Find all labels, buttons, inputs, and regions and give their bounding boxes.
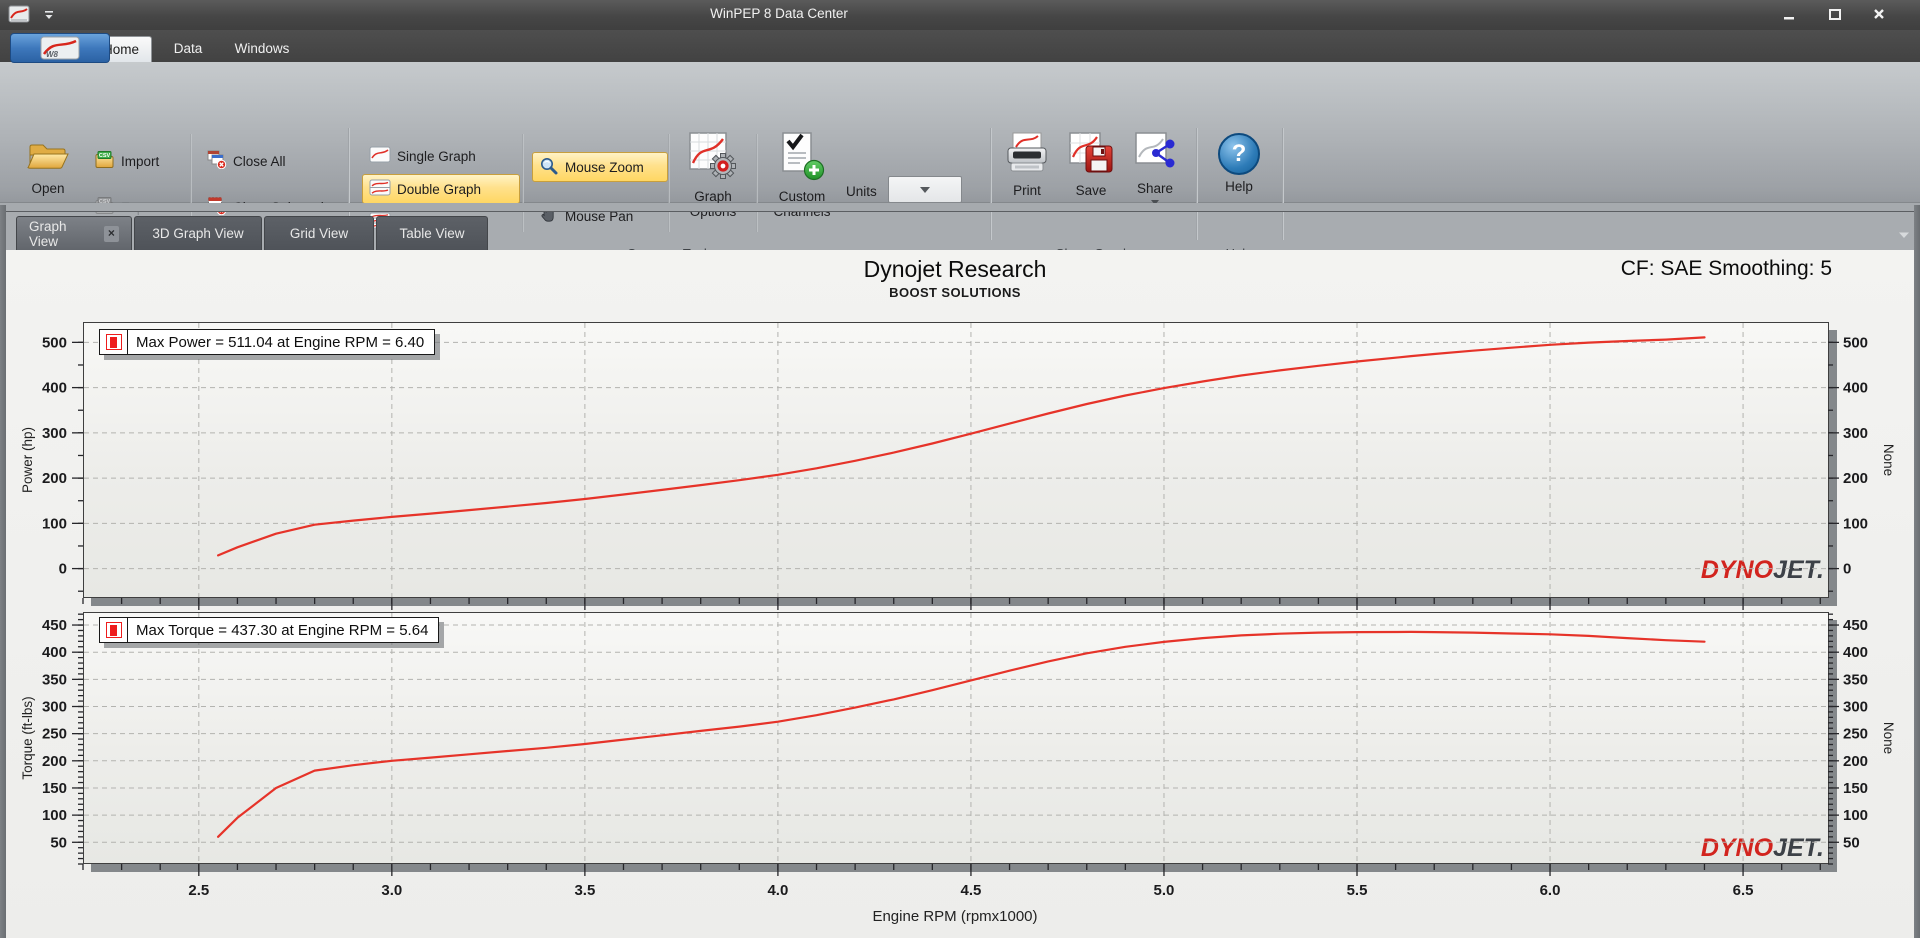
- custom-channels-icon: [779, 131, 825, 185]
- torque-legend[interactable]: Max Torque = 437.30 at Engine RPM = 5.64: [99, 617, 440, 643]
- legend-swatch[interactable]: [100, 618, 128, 642]
- graph-options-icon: [688, 131, 738, 185]
- open-folder-icon: [27, 139, 69, 177]
- tab-graph-view-label: Graph View: [29, 218, 67, 249]
- separator: [522, 134, 524, 232]
- ribbon: Open CSV Import CSV Export Close All Clo…: [0, 62, 1920, 263]
- chevron-down-icon: [920, 186, 930, 193]
- save-label: Save: [1075, 182, 1107, 198]
- power-plot-area[interactable]: [83, 322, 1829, 598]
- double-graph-icon: [369, 179, 391, 199]
- save-button[interactable]: Save: [1062, 128, 1120, 240]
- double-graph-label: Double Graph: [397, 181, 482, 197]
- separator: [668, 134, 670, 232]
- print-button[interactable]: Print: [998, 128, 1056, 240]
- window-title: WinPEP 8 Data Center: [710, 6, 848, 21]
- double-graph-button[interactable]: Double Graph: [362, 174, 520, 204]
- help-icon: ?: [1218, 133, 1260, 175]
- single-graph-label: Single Graph: [397, 148, 476, 164]
- open-label: Open: [31, 180, 65, 196]
- print-label: Print: [1013, 182, 1041, 198]
- window-frame-left: [0, 205, 6, 938]
- separator: [1282, 128, 1284, 240]
- units-label: Units: [846, 184, 877, 199]
- tab-grid-view-label: Grid View: [289, 226, 349, 241]
- correction-smoothing-label: CF: SAE Smoothing: 5: [1620, 257, 1832, 280]
- legend-swatch[interactable]: [100, 330, 128, 354]
- share-label: Share: [1136, 180, 1174, 196]
- import-button[interactable]: CSV Import: [88, 148, 166, 174]
- tab-grid-view[interactable]: Grid View: [264, 216, 374, 250]
- save-floppy-icon: [1068, 131, 1114, 179]
- separator: [1196, 128, 1198, 240]
- close-all-label: Close All: [233, 153, 286, 169]
- import-label: Import: [121, 153, 160, 169]
- tab-overflow-chevron-icon[interactable]: [1898, 226, 1910, 244]
- help-label: Help: [1225, 179, 1253, 194]
- mouse-zoom-label: Mouse Zoom: [565, 159, 644, 175]
- ribbon-tab-data[interactable]: Data: [160, 36, 216, 62]
- units-dropdown[interactable]: [888, 176, 962, 203]
- custom-channels-button[interactable]: Custom Channels: [762, 128, 842, 240]
- power-legend[interactable]: Max Power = 511.04 at Engine RPM = 6.40: [99, 329, 436, 355]
- ribbon-tab-windows[interactable]: Windows: [224, 36, 300, 62]
- chart-subtitle: BOOST SOLUTIONS: [889, 285, 1021, 300]
- csv-import-icon: CSV: [95, 151, 115, 171]
- torque-legend-text: Max Torque = 437.30 at Engine RPM = 5.64: [136, 621, 429, 639]
- tab-table-view-label: Table View: [399, 226, 465, 241]
- minimize-button[interactable]: [1772, 5, 1806, 23]
- close-all-icon: [207, 150, 227, 172]
- tab-3d-graph-view-label: 3D Graph View: [152, 226, 244, 241]
- dynojet-watermark: DYNOJET.: [1700, 834, 1824, 862]
- window-frame-right: [1914, 205, 1920, 938]
- application-menu-button[interactable]: W8: [10, 33, 110, 63]
- single-graph-icon: [369, 146, 391, 166]
- separator: [990, 128, 992, 240]
- torque-plot-area[interactable]: [83, 612, 1829, 864]
- winpep-window: WinPEP 8 Data Center W8 Home Data Window…: [0, 0, 1920, 938]
- separator: [756, 134, 758, 232]
- close-all-button[interactable]: Close All: [200, 148, 293, 174]
- help-button[interactable]: ? Help: [1208, 128, 1270, 240]
- share-button[interactable]: Share: [1126, 128, 1184, 240]
- tab-3d-graph-view[interactable]: 3D Graph View: [134, 216, 262, 250]
- tab-close-icon[interactable]: ×: [103, 225, 119, 242]
- power-legend-text: Max Power = 511.04 at Engine RPM = 6.40: [136, 333, 425, 351]
- share-icon: [1134, 131, 1176, 177]
- maximize-button[interactable]: [1818, 5, 1852, 23]
- tab-graph-view[interactable]: Graph View ×: [16, 216, 132, 250]
- svg-text:W8: W8: [46, 50, 59, 59]
- printer-icon: [1004, 131, 1050, 179]
- ribbon-under-strip: [0, 203, 1920, 212]
- svg-text:CSV: CSV: [99, 153, 111, 159]
- close-button[interactable]: [1862, 5, 1896, 23]
- magnifier-icon: [539, 156, 559, 179]
- tab-table-view[interactable]: Table View: [376, 216, 488, 250]
- winpep-logo-icon: W8: [40, 36, 80, 60]
- mouse-zoom-button[interactable]: Mouse Zoom: [532, 152, 668, 182]
- graph-options-button[interactable]: Graph Options: [676, 128, 750, 240]
- single-graph-button[interactable]: Single Graph: [362, 142, 483, 170]
- dynojet-watermark: DYNOJET.: [1700, 556, 1824, 584]
- titlebar: WinPEP 8 Data Center: [0, 0, 1920, 30]
